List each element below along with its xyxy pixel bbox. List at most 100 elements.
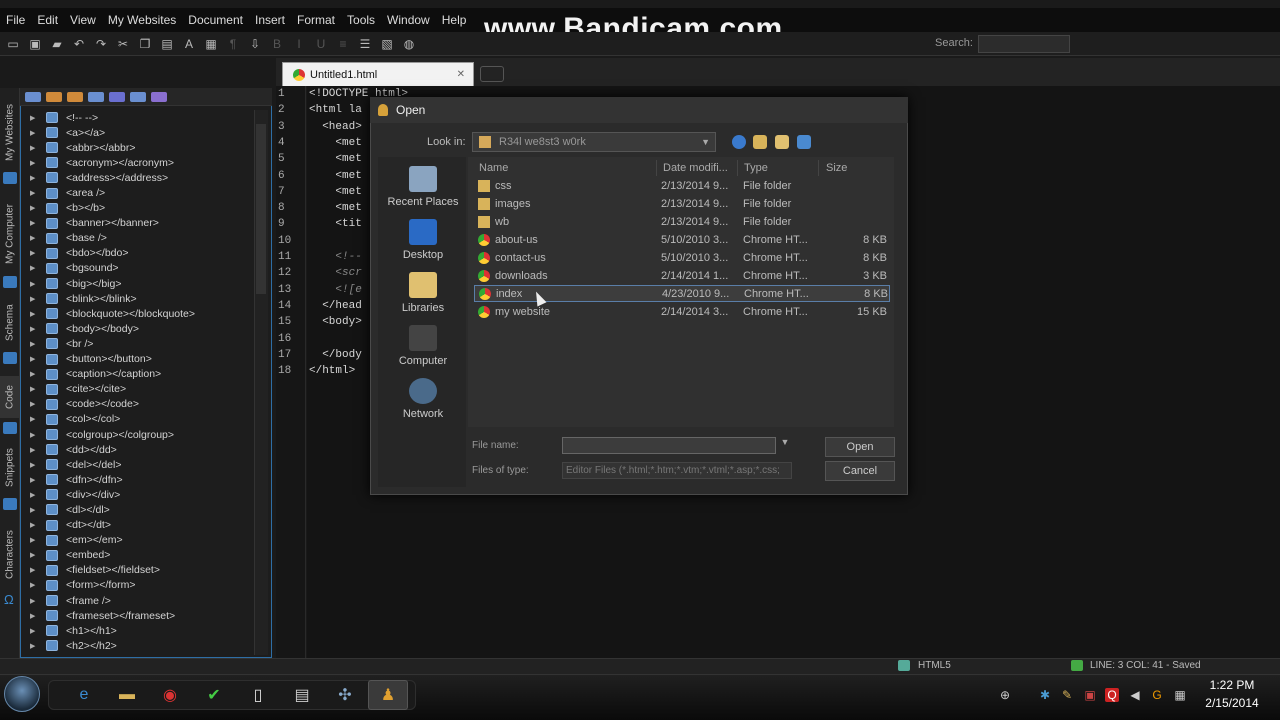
expand-icon[interactable]: ▶ [30,446,40,454]
menu-item-window[interactable]: Window [381,8,436,32]
file-row-about-us[interactable]: about-us 5/10/2010 3... Chrome HT... 8 KB [474,231,890,248]
expand-icon[interactable]: ▶ [30,234,40,242]
up-folder-icon[interactable] [753,135,767,149]
italic-icon[interactable]: I [290,35,308,53]
clock-time[interactable]: 1:22 PM [1206,678,1258,692]
code-line[interactable]: <tit [309,218,361,230]
clock-date[interactable]: 2/15/2014 [1200,696,1264,710]
expand-icon[interactable]: ▶ [30,491,40,499]
tab-schema[interactable]: Schema [0,298,20,348]
bluetooth-icon[interactable]: ✱ [1038,688,1052,702]
paste-icon[interactable]: ▤ [158,35,176,53]
search-input[interactable] [978,35,1070,53]
tag-item[interactable]: ▶ <address></address> [22,170,252,185]
tagset-icon-2[interactable] [46,91,62,102]
place-desktop[interactable]: Desktop [380,249,466,261]
notepad-icon[interactable]: ▤ [282,680,322,710]
tag-item[interactable]: ▶ <bgsound> [22,261,252,276]
image-icon[interactable]: ▧ [378,35,396,53]
doctype-status[interactable]: HTML5 [918,660,951,671]
tag-item[interactable]: ▶ <dd></dd> [22,442,252,457]
expand-icon[interactable]: ▶ [30,249,40,257]
code-line[interactable]: <met [309,202,361,214]
open-button[interactable]: Open [825,437,895,457]
tag-item[interactable]: ▶ <acronym></acronym> [22,155,252,170]
code-line[interactable]: <met [309,186,361,198]
tagset-icon-4[interactable] [88,91,104,102]
chrome-taskbar-icon[interactable]: ◉ [150,680,190,710]
column-size[interactable]: Size [826,162,847,174]
underline-icon[interactable]: U [312,35,330,53]
chevron-down-icon[interactable]: ▼ [701,137,710,147]
column-date[interactable]: Date modifi... [663,162,728,174]
tag-item[interactable]: ▶ <code></code> [22,397,252,412]
expand-icon[interactable]: ▶ [30,536,40,544]
tag-item[interactable]: ▶ <a></a> [22,125,252,140]
expand-icon[interactable]: ▶ [30,461,40,469]
new-tab-button[interactable] [480,66,504,82]
internet-explorer-icon[interactable]: e [64,680,104,710]
tag-item[interactable]: ▶ <fieldset></fieldset> [22,563,252,578]
menu-item-tools[interactable]: Tools [341,8,381,32]
editor-app-icon[interactable]: ✣ [325,680,365,710]
code-line[interactable]: </html> [309,365,355,377]
tab-untitled1[interactable]: Untitled1.html ✕ [282,62,474,86]
new-folder-icon[interactable] [775,135,789,149]
antivirus-icon[interactable]: ▣ [1083,688,1097,702]
file-row-images[interactable]: images 2/13/2014 9... File folder [474,195,890,212]
expand-icon[interactable]: ▶ [30,325,40,333]
file-row-wb[interactable]: wb 2/13/2014 9... File folder [474,213,890,230]
tagset-icon-3[interactable] [67,91,83,102]
save-icon[interactable]: ▣ [26,35,44,53]
expand-icon[interactable]: ▶ [30,114,40,122]
checkmark-app-icon[interactable]: ✔ [194,680,234,710]
expand-icon[interactable]: ▶ [30,506,40,514]
expand-icon[interactable]: ▶ [30,521,40,529]
tagset-icon-1[interactable] [25,91,41,102]
expand-icon[interactable]: ▶ [30,340,40,348]
code-line[interactable]: <html la [309,104,362,116]
tab-snippets[interactable]: Snippets [0,442,20,494]
align-icon[interactable]: ≡ [334,35,352,53]
tag-item[interactable]: ▶ <!-- --> [22,110,252,125]
expand-icon[interactable]: ▶ [30,400,40,408]
code-line[interactable]: <met [309,137,361,149]
tag-item[interactable]: ▶ <colgroup></colgroup> [22,427,252,442]
place-computer[interactable]: Computer [380,355,466,367]
list-icon[interactable]: ☰ [356,35,374,53]
code-line[interactable]: </head [309,300,362,312]
tag-list-scroll-thumb[interactable] [256,124,266,294]
file-row-css[interactable]: css 2/13/2014 9... File folder [474,177,890,194]
expand-icon[interactable]: ▶ [30,295,40,303]
network-tray-icon[interactable]: ▦ [1173,688,1187,702]
tag-item[interactable]: ▶ <area /> [22,185,252,200]
tag-item[interactable]: ▶ <caption></caption> [22,367,252,382]
tab-my-websites[interactable]: My Websites [0,96,20,168]
tag-item[interactable]: ▶ <col></col> [22,412,252,427]
document-icon[interactable]: ▯ [238,680,278,710]
menu-item-help[interactable]: Help [436,8,473,32]
tag-item[interactable]: ▶ <del></del> [22,457,252,472]
expand-icon[interactable]: ▶ [30,174,40,182]
expand-icon[interactable]: ▶ [30,476,40,484]
tray-app-icon[interactable]: ✎ [1060,688,1074,702]
expand-icon[interactable]: ▶ [30,280,40,288]
look-in-select[interactable]: R34l we8st3 w0rk ▼ [472,132,716,152]
tag-item[interactable]: ▶ <frame /> [22,593,252,608]
expand-icon[interactable]: ▶ [30,189,40,197]
file-name-dropdown-icon[interactable]: ▼ [778,437,792,454]
view-menu-icon[interactable] [797,135,811,149]
tag-item[interactable]: ▶ <cite></cite> [22,382,252,397]
expand-icon[interactable]: ▶ [30,612,40,620]
tab-code[interactable]: Code [0,376,20,418]
expand-icon[interactable]: ▶ [30,144,40,152]
expand-icon[interactable]: ▶ [30,385,40,393]
expand-icon[interactable]: ▶ [30,204,40,212]
expand-icon[interactable]: ▶ [30,551,40,559]
expand-icon[interactable]: ▶ [30,264,40,272]
menu-item-document[interactable]: Document [182,8,249,32]
expand-icon[interactable]: ▶ [30,566,40,574]
format-icon[interactable]: ▦ [202,35,220,53]
q-app-icon[interactable]: Q [1105,688,1119,702]
open-folder-icon[interactable]: ▰ [48,35,66,53]
